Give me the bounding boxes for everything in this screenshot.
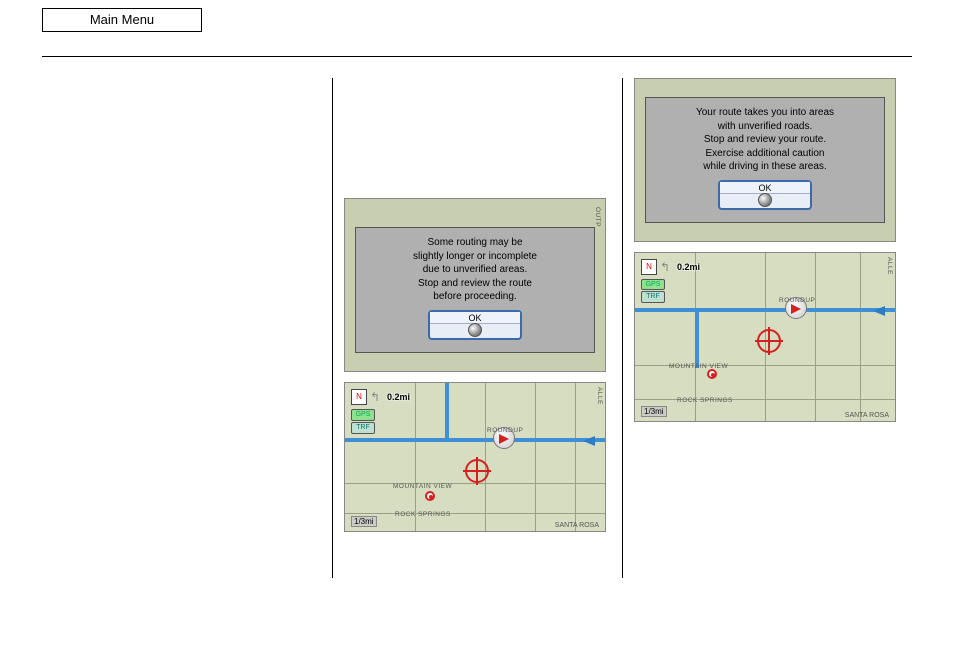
route-line <box>635 308 895 312</box>
road-label: ALLE <box>886 257 893 275</box>
dialog-message-text: Some routing may be slightly longer or i… <box>362 236 588 304</box>
route-line <box>345 438 605 442</box>
guidance-distance: 0.2mi <box>677 262 700 272</box>
route-direction-icon <box>873 306 885 316</box>
turn-arrow-icon: ↰ <box>370 390 384 404</box>
header-divider <box>42 56 912 57</box>
route-direction-icon <box>583 436 595 446</box>
map-gridline <box>815 253 816 421</box>
route-line <box>445 383 449 440</box>
map-scale: 1/3mi <box>641 406 667 417</box>
road-label: ROCK SPRINGS <box>677 397 733 404</box>
crosshair-icon <box>757 329 781 353</box>
road-label: ROUNDUP <box>779 297 815 304</box>
status-pills: GPS TRF <box>351 409 375 435</box>
map-indicators: N ↰ 0.2mi <box>641 259 700 275</box>
road-label: ALLE <box>596 387 603 405</box>
turn-arrow-icon: ↰ <box>660 260 674 274</box>
map-gridline <box>635 399 895 400</box>
map-gridline <box>485 383 486 531</box>
ok-button[interactable]: OK <box>428 310 522 340</box>
gps-pill: GPS <box>351 409 375 421</box>
map-background-strip <box>345 353 605 371</box>
column-3: Your route takes you into areas with unv… <box>622 78 912 622</box>
road-label: ROUNDUP <box>487 427 523 434</box>
road-label: ROCK SPRINGS <box>395 511 451 518</box>
map-gridline <box>860 253 861 421</box>
status-pills: GPS TRF <box>641 279 665 305</box>
map-scale: 1/3mi <box>351 516 377 527</box>
gps-pill: GPS <box>641 279 665 291</box>
unverified-on-dialog-screenshot: Your route takes you into areas with unv… <box>634 78 896 242</box>
route-map-off-screenshot: ROUNDUP MOUNTAIN VIEW ROCK SPRINGS SANTA… <box>344 382 606 532</box>
road-label: OUTPOST <box>594 207 601 227</box>
column-2: With Unverified Area Routing OFF, the sy… <box>332 78 622 622</box>
road-label: SANTA ROSA <box>845 412 889 419</box>
dialog-message-text: Your route takes you into areas with unv… <box>652 106 878 174</box>
north-indicator-icon: N <box>641 259 657 275</box>
ok-button[interactable]: OK <box>718 180 812 210</box>
road-label: MOUNTAIN VIEW <box>393 483 452 490</box>
caution-dialog-panel: Some routing may be slightly longer or i… <box>355 227 595 353</box>
traffic-pill: TRF <box>351 422 375 434</box>
ok-button-knob-icon <box>758 193 772 207</box>
map-gridline <box>345 513 605 514</box>
route-map-on-screenshot: ROUNDUP MOUNTAIN VIEW ROCK SPRINGS SANTA… <box>634 252 896 422</box>
caution-dialog-panel: Your route takes you into areas with unv… <box>645 97 885 223</box>
unverified-off-dialog-screenshot: OUTPOST Some routing may be slightly lon… <box>344 198 606 372</box>
guidance-distance: 0.2mi <box>387 392 410 402</box>
map-background-strip <box>635 223 895 241</box>
destination-icon <box>425 491 435 501</box>
map-gridline <box>345 483 605 484</box>
column-1: These guidelines pertain to the Unverifi… <box>42 78 332 622</box>
main-menu-button[interactable]: Main Menu <box>42 8 202 32</box>
map-gridline <box>415 383 416 531</box>
ok-button-knob-icon <box>468 323 482 337</box>
north-indicator-icon: N <box>351 389 367 405</box>
columns-wrap: These guidelines pertain to the Unverifi… <box>42 78 912 622</box>
traffic-pill: TRF <box>641 291 665 303</box>
road-label: MOUNTAIN VIEW <box>669 363 728 370</box>
map-gridline <box>535 383 536 531</box>
road-label: SANTA ROSA <box>555 522 599 529</box>
map-background-strip: OUTPOST <box>345 199 605 227</box>
route-line <box>695 308 699 368</box>
crosshair-icon <box>465 459 489 483</box>
page: Main Menu These guidelines pertain to th… <box>0 0 954 652</box>
map-indicators: N ↰ 0.2mi <box>351 389 410 405</box>
destination-icon <box>707 369 717 379</box>
map-background-strip <box>635 79 895 97</box>
map-gridline <box>575 383 576 531</box>
